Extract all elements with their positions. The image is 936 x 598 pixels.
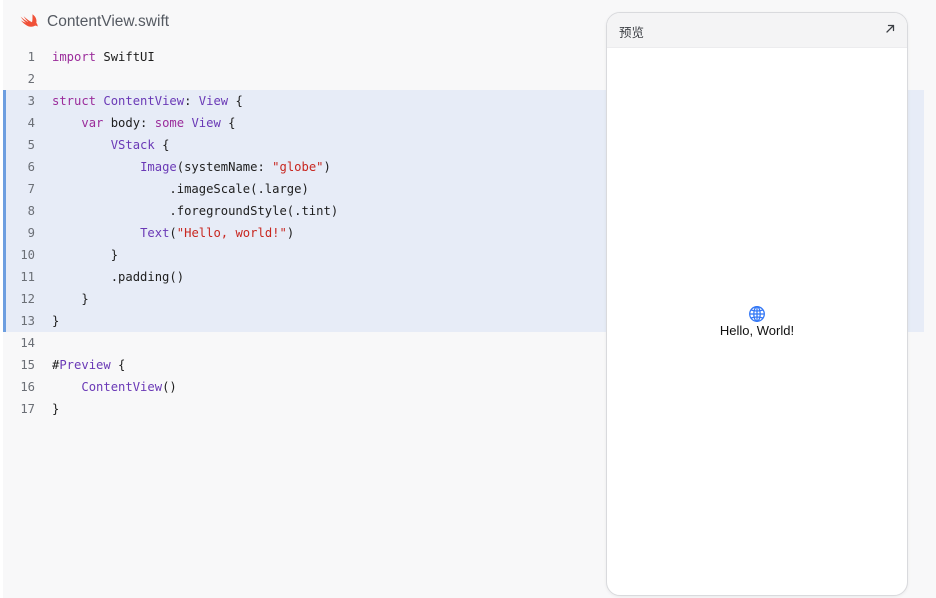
code-text[interactable]: .imageScale(.large) (52, 178, 309, 200)
line-number: 6 (27, 160, 35, 174)
line-number: 7 (27, 182, 35, 196)
line-number: 10 (20, 248, 35, 262)
code-text[interactable]: .foregroundStyle(.tint) (52, 200, 338, 222)
code-token: View (198, 94, 229, 108)
code-token: { (154, 138, 170, 152)
code-token: var (81, 116, 104, 130)
code-token: .imageScale(.large) (52, 182, 309, 196)
code-token: { (228, 94, 243, 108)
code-token: struct (52, 94, 97, 108)
code-token: .foregroundStyle(.tint) (52, 204, 339, 218)
preview-hello-text: Hello, World! (719, 323, 795, 338)
code-text[interactable]: } (52, 398, 59, 420)
code-token: .padding() (52, 270, 185, 284)
code-token: ContentView (103, 94, 185, 108)
preview-canvas: Hello, World! (607, 48, 907, 595)
line-number: 11 (20, 270, 35, 284)
code-text[interactable]: ContentView() (52, 376, 177, 398)
code-token: SwiftUI (96, 50, 155, 64)
code-token: View (191, 116, 221, 130)
line-number: 12 (20, 292, 35, 306)
code-token: ) (323, 160, 331, 174)
code-token: "Hello, world!" (176, 226, 287, 240)
expand-arrow-icon[interactable] (883, 22, 897, 36)
code-token: { (110, 358, 126, 372)
code-token: } (52, 314, 60, 328)
code-text[interactable]: Image(systemName: "globe") (52, 156, 331, 178)
code-token: (systemName: (176, 160, 273, 174)
file-name[interactable]: ContentView.swift (47, 13, 169, 31)
code-text[interactable]: .padding() (52, 266, 184, 288)
file-header: ContentView.swift (3, 0, 603, 44)
line-number: 14 (20, 336, 35, 350)
line-number: 17 (20, 402, 35, 416)
code-token: "globe" (272, 160, 324, 174)
code-token: ( (169, 226, 177, 240)
code-token: : (184, 94, 199, 108)
line-number: 1 (27, 50, 35, 64)
line-number: 5 (27, 138, 35, 152)
code-token: body: (103, 116, 155, 130)
code-token: ContentView (81, 380, 163, 394)
preview-panel: 预览 Hello, World! (606, 12, 908, 596)
line-number: 8 (27, 204, 35, 218)
line-number: 16 (20, 380, 35, 394)
code-token: } (52, 248, 119, 262)
line-number: 13 (20, 314, 35, 328)
code-token: Image (140, 160, 177, 174)
code-text[interactable]: } (52, 244, 118, 266)
code-text[interactable]: #Preview { (52, 354, 125, 376)
code-text[interactable]: import SwiftUI (52, 46, 155, 68)
line-number: 4 (27, 116, 35, 130)
swift-icon (20, 14, 38, 27)
code-token: } (52, 402, 60, 416)
code-text[interactable]: struct ContentView: View { (52, 90, 243, 112)
code-token: Text (140, 226, 170, 240)
line-number: 15 (20, 358, 35, 372)
preview-title: 预览 (619, 26, 645, 40)
code-text[interactable]: Text("Hello, world!") (52, 222, 294, 244)
code-token: import (52, 50, 97, 64)
line-number: 3 (27, 94, 35, 108)
preview-header: 预览 (607, 13, 907, 48)
code-token: } (52, 292, 89, 306)
line-number: 2 (27, 72, 35, 86)
globe-icon (749, 306, 765, 322)
code-text[interactable]: } (52, 288, 89, 310)
code-token: { (220, 116, 236, 130)
code-text[interactable]: } (52, 310, 59, 332)
code-token: Preview (59, 358, 111, 372)
code-token: () (162, 380, 177, 394)
code-token: VStack (110, 138, 155, 152)
code-text[interactable]: var body: some View { (52, 112, 236, 134)
code-text[interactable]: VStack { (52, 134, 170, 156)
code-token: ) (286, 226, 295, 240)
code-token: some (154, 116, 185, 130)
line-number: 9 (27, 226, 35, 240)
